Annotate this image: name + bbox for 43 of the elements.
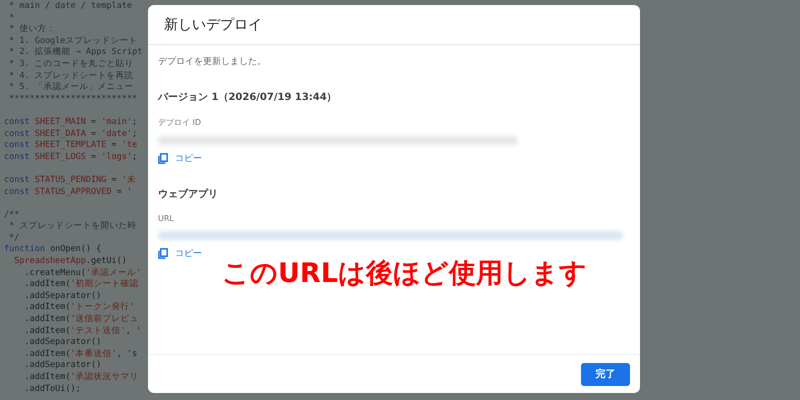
code-line: const SHEET_DATA = 'date';: [4, 128, 138, 139]
dialog-title: 新しいデプロイ: [164, 16, 262, 34]
copy-link[interactable]: コピー: [158, 247, 202, 260]
code-line: .addItem('テスト送信', ': [23, 326, 142, 336]
code-line: *: [8, 12, 14, 23]
status-message: デプロイを更新しました。: [158, 55, 266, 68]
code-line: .addToUi();: [23, 384, 81, 394]
code-line: * 3. このコードを丸ごと貼り: [8, 58, 134, 69]
code-line: * main / date / template: [8, 1, 132, 11]
code-line: const STATUS_PENDING = '未: [4, 174, 136, 185]
field-label: デプロイ ID: [158, 117, 202, 128]
code-line: .addSeparator(): [23, 337, 102, 348]
code-line: const SHEET_TEMPLATE = 'te: [4, 140, 138, 150]
code-line: *************************: [8, 94, 138, 104]
code-line: .addItem('初期シート確認: [23, 279, 139, 290]
code-line: * 2. 拡張機能 → Apps Script: [8, 47, 142, 58]
code-line: */: [8, 232, 20, 243]
code-line: .addItem('承認状況サマリ: [23, 372, 139, 382]
code-line: /**: [4, 210, 20, 220]
code-line: const SHEET_LOGS = 'logs';: [4, 152, 138, 162]
code-line: .createMenu('承認メール': [23, 268, 142, 278]
code-line: SpreadsheetApp.getUi(): [13, 256, 127, 266]
code-line: const STATUS_APPROVED = ': [4, 186, 132, 196]
copy-link[interactable]: コピー: [158, 152, 202, 165]
code-line: * 5. 「承認メール」メニュー: [8, 82, 134, 92]
code-line: * スプレッドシートを開いた時: [8, 221, 136, 232]
code-line: * 4. スプレッドシートを再読: [8, 70, 134, 81]
code-line: .addSeparator(): [23, 360, 102, 370]
done-button[interactable]: 完了: [581, 362, 630, 386]
code-line: .addSeparator(): [23, 290, 102, 301]
section-heading: ウェブアプリ: [158, 187, 218, 201]
code-line: const SHEET_MAIN = 'main';: [4, 116, 138, 127]
annotation-text: このURLは後ほど使用します: [222, 257, 587, 291]
copy-icon: [158, 153, 169, 164]
code-line: .addItem('送信前プレビュ: [23, 314, 139, 324]
field-label: URL: [158, 214, 174, 223]
code-line: * 使い方：: [8, 24, 56, 34]
code-line: .addItem('本番送信', 's: [23, 348, 138, 359]
code-line: function onOpen() {: [4, 244, 102, 254]
version-heading: バージョン 1（2026/07/19 13:44）: [158, 91, 337, 104]
copy-icon: [158, 248, 169, 259]
code-line: * 1. Googleスプレッドシート: [8, 36, 138, 46]
code-line: .addItem('トークン発行': [23, 302, 135, 312]
